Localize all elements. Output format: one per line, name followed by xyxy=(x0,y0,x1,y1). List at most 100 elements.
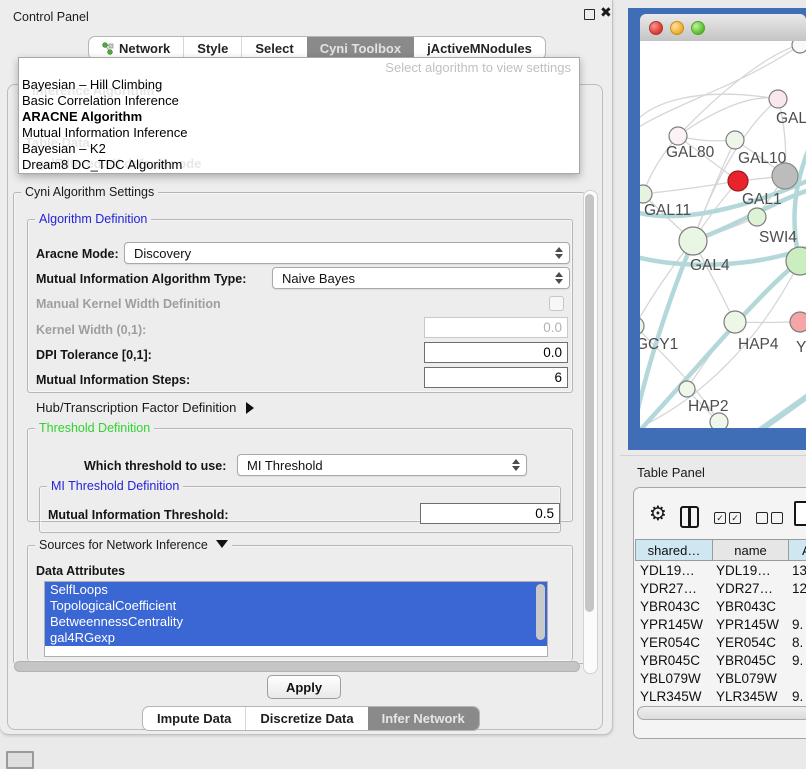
split-panel-icon[interactable] xyxy=(680,506,699,528)
column-header-third[interactable]: A xyxy=(789,539,806,561)
algorithm-option[interactable]: Dream8 DC_TDC Algorithm xyxy=(22,157,576,173)
network-node[interactable] xyxy=(679,227,707,255)
expanded-arrow-icon xyxy=(216,540,228,548)
table-row[interactable]: YPR145WYPR145W9. xyxy=(635,615,806,633)
tab-style[interactable]: Style xyxy=(183,37,241,59)
table-cell: YDL19… xyxy=(635,563,713,578)
settings-vertical-scrollbar[interactable] xyxy=(583,190,598,674)
manual-kernel-width-checkbox[interactable] xyxy=(549,296,564,311)
gear-icon[interactable]: ⚙ xyxy=(649,504,667,524)
network-node-label: GAL11 xyxy=(644,202,691,219)
mi-steps-label: Mutual Information Steps: xyxy=(36,373,190,387)
mi-steps-input[interactable]: 6 xyxy=(424,367,568,388)
network-node[interactable] xyxy=(790,312,806,332)
apply-button[interactable]: Apply xyxy=(267,675,341,699)
table-row[interactable]: YER054CYER054C8. xyxy=(635,633,806,651)
aracne-mode-select[interactable]: Discovery xyxy=(124,242,570,264)
algorithm-option[interactable]: Basic Correlation Inference xyxy=(22,93,576,109)
unchecked-checkbox-icon[interactable] xyxy=(756,512,768,524)
settings-horizontal-scrollbar[interactable] xyxy=(14,661,580,672)
list-scrollbar[interactable] xyxy=(536,584,545,640)
network-node-label: SWI4 xyxy=(759,229,797,246)
checked-checkbox-icon[interactable]: ✓ xyxy=(714,512,726,524)
table-cell: YBR045C xyxy=(635,653,713,668)
close-traffic-light[interactable] xyxy=(649,21,663,35)
attribute-item[interactable]: TopologicalCoefficient xyxy=(45,598,547,614)
mi-threshold-input[interactable]: 0.5 xyxy=(420,503,560,524)
attribute-item[interactable]: SelfLoops xyxy=(45,582,547,598)
table-row[interactable]: YLR345WYLR345W9. xyxy=(635,687,806,705)
checked-checkbox-icon[interactable]: ✓ xyxy=(729,512,741,524)
network-node[interactable] xyxy=(724,311,746,333)
column-header-shared-name[interactable]: shared… xyxy=(635,539,713,561)
table-row[interactable]: YDL19…YDL19…13 xyxy=(635,561,806,579)
minimize-traffic-light[interactable] xyxy=(670,21,684,35)
table-row[interactable]: YDR27…YDR27…12 xyxy=(635,579,806,597)
network-node-label: GAL xyxy=(776,110,806,127)
column-header-name[interactable]: name xyxy=(713,539,789,561)
cyni-algorithm-settings-title: Cyni Algorithm Settings xyxy=(21,185,158,199)
threshold-definition-title: Threshold Definition xyxy=(35,421,154,435)
tab-jactivemnodules[interactable]: jActiveMNodules xyxy=(414,37,545,59)
unchecked-checkbox-icon[interactable] xyxy=(771,512,783,524)
table-row[interactable]: YBL079WYBL079W xyxy=(635,669,806,687)
tab-infer-network[interactable]: Infer Network xyxy=(368,707,479,730)
table-cell: YPR145W xyxy=(635,617,713,632)
network-node[interactable] xyxy=(772,163,798,189)
network-node[interactable] xyxy=(679,381,695,397)
hub-definition-toggle[interactable]: Hub/Transcription Factor Definition xyxy=(36,400,254,415)
network-node[interactable] xyxy=(640,185,652,203)
minimized-panel-icon[interactable] xyxy=(6,751,34,769)
network-window-titlebar[interactable] xyxy=(640,14,806,42)
which-threshold-select[interactable]: MI Threshold xyxy=(237,454,527,476)
document-icon[interactable] xyxy=(794,501,806,526)
table-panel-window: ⚙ ✓ ✓ shared… name A YDL19…YDL19…13YDR27… xyxy=(633,487,806,739)
network-node[interactable] xyxy=(726,131,744,149)
table-cell: 9. xyxy=(789,653,806,668)
network-node[interactable] xyxy=(640,317,644,335)
table-cell: 8. xyxy=(789,635,806,650)
dpi-tolerance-input[interactable]: 0.0 xyxy=(424,342,568,363)
network-node-label: GAL4 xyxy=(690,257,730,274)
manual-kernel-width-label: Manual Kernel Width Definition xyxy=(36,297,221,311)
scrollbar-thumb[interactable] xyxy=(14,661,580,672)
table-panel-divider xyxy=(620,455,806,456)
table-cell: YDR27… xyxy=(713,581,789,596)
sources-group-title[interactable]: Sources for Network Inference xyxy=(35,538,232,552)
algorithm-option[interactable]: Bayesian – K2 xyxy=(22,141,576,157)
scrollbar-thumb[interactable] xyxy=(585,194,594,612)
mi-threshold-definition-title: MI Threshold Definition xyxy=(47,479,183,493)
kernel-width-input[interactable]: 0.0 xyxy=(424,317,568,338)
network-node[interactable] xyxy=(748,208,766,226)
data-attributes-list[interactable]: SelfLoopsTopologicalCoefficientBetweenne… xyxy=(44,581,548,657)
network-node-label: HAP2 xyxy=(688,398,729,415)
table-row[interactable]: YBR045CYBR045C9. xyxy=(635,651,806,669)
tab-cyni-toolbox[interactable]: Cyni Toolbox xyxy=(307,37,414,59)
network-node[interactable] xyxy=(728,171,748,191)
network-node[interactable] xyxy=(669,127,687,145)
close-panel-button[interactable]: ✖ xyxy=(600,4,612,21)
spinner-arrows-icon xyxy=(555,271,563,285)
table-horizontal-scrollbar[interactable] xyxy=(637,706,806,720)
mi-algorithm-type-select[interactable]: Naive Bayes xyxy=(272,267,570,289)
algorithm-option[interactable]: ARACNE Algorithm xyxy=(22,109,576,125)
tab-discretize-data[interactable]: Discretize Data xyxy=(245,707,367,730)
attribute-item[interactable]: BetweennessCentrality xyxy=(45,614,547,630)
float-window-button[interactable] xyxy=(584,9,595,20)
network-node[interactable] xyxy=(710,413,728,428)
table-row[interactable]: YBR043CYBR043C xyxy=(635,597,806,615)
network-node-label: HAP4 xyxy=(738,336,779,353)
dpi-tolerance-label: DPI Tolerance [0,1]: xyxy=(36,348,152,362)
network-node[interactable] xyxy=(769,90,787,108)
spinner-arrows-icon xyxy=(512,458,520,472)
tab-select[interactable]: Select xyxy=(241,37,306,59)
algorithm-option[interactable]: Bayesian – Hill Climbing xyxy=(22,77,576,93)
network-canvas[interactable]: GALGAL80GAL10GAL1GAL11SWI4GAL4GCY1HAP4YH… xyxy=(640,41,806,428)
network-node[interactable] xyxy=(792,41,806,53)
algorithm-option[interactable]: Mutual Information Inference xyxy=(22,125,576,141)
attribute-item[interactable]: gal4RGexp xyxy=(45,630,547,646)
tab-network[interactable]: Network xyxy=(89,37,183,59)
zoom-traffic-light[interactable] xyxy=(691,21,705,35)
which-threshold-label: Which threshold to use: xyxy=(84,459,226,473)
tab-impute-data[interactable]: Impute Data xyxy=(143,707,245,730)
